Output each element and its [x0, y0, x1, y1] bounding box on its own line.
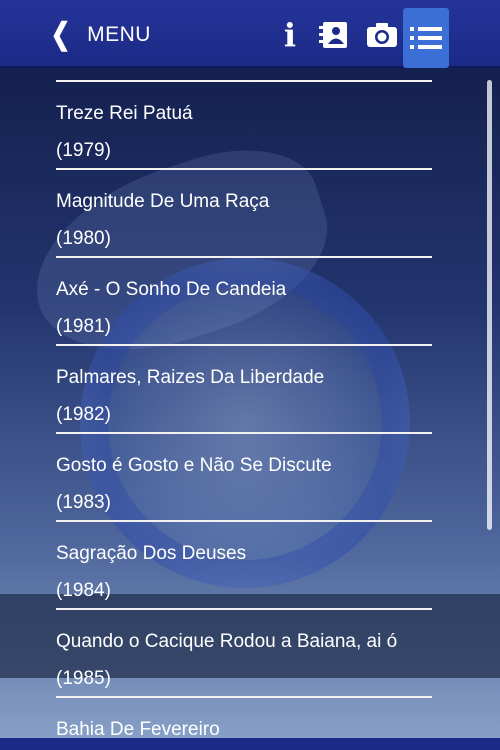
scrollbar[interactable] [487, 80, 492, 530]
chevron-left-icon: ❮ [50, 18, 71, 51]
item-title: Sagração Dos Deuses [56, 543, 247, 564]
item-title: Palmares, Raizes Da Liberdade [56, 367, 325, 388]
back-to-menu-button[interactable]: ❮ MENU [48, 14, 151, 56]
list-item[interactable]: Axé - O Sonho De Candeia (1981) [56, 258, 432, 346]
item-year: (1983) [56, 492, 111, 513]
list-item[interactable]: Magnitude De Uma Raça (1980) [56, 170, 432, 258]
list-item[interactable]: Treze Rei Patuá (1979) [56, 82, 432, 170]
list-item[interactable]: Sagração Dos Deuses (1984) [56, 522, 432, 610]
enredo-list: Treze Rei Patuá (1979) Magnitude De Uma … [56, 80, 432, 750]
item-year: (1981) [56, 316, 111, 337]
list-icon [410, 27, 442, 49]
list-item[interactable]: Quando o Cacique Rodou a Baiana, ai ó (1… [56, 610, 432, 698]
item-title: Treze Rei Patuá [56, 103, 193, 124]
info-icon: i [283, 16, 297, 54]
item-year: (1980) [56, 228, 111, 249]
bottom-bar [0, 738, 500, 750]
list-view-button[interactable] [403, 8, 449, 68]
contacts-icon [319, 22, 347, 48]
item-title: Axé - O Sonho De Candeia [56, 279, 287, 300]
top-bar: ❮ MENU i [0, 0, 500, 68]
info-button[interactable]: i [270, 12, 310, 58]
item-title: Quando o Cacique Rodou a Baiana, ai ó [56, 631, 398, 652]
list-item[interactable]: Palmares, Raizes Da Liberdade (1982) [56, 346, 432, 434]
item-title: Gosto é Gosto e Não Se Discute [56, 455, 332, 476]
item-year: (1982) [56, 404, 111, 425]
item-year: (1979) [56, 140, 111, 161]
list-item[interactable]: Gosto é Gosto e Não Se Discute (1983) [56, 434, 432, 522]
item-title: Magnitude De Uma Raça [56, 191, 270, 212]
camera-button[interactable] [362, 12, 402, 58]
camera-icon [367, 23, 397, 47]
menu-label: MENU [87, 23, 151, 46]
item-year: (1984) [56, 580, 111, 601]
contacts-button[interactable] [314, 12, 354, 58]
item-year: (1985) [56, 668, 111, 689]
